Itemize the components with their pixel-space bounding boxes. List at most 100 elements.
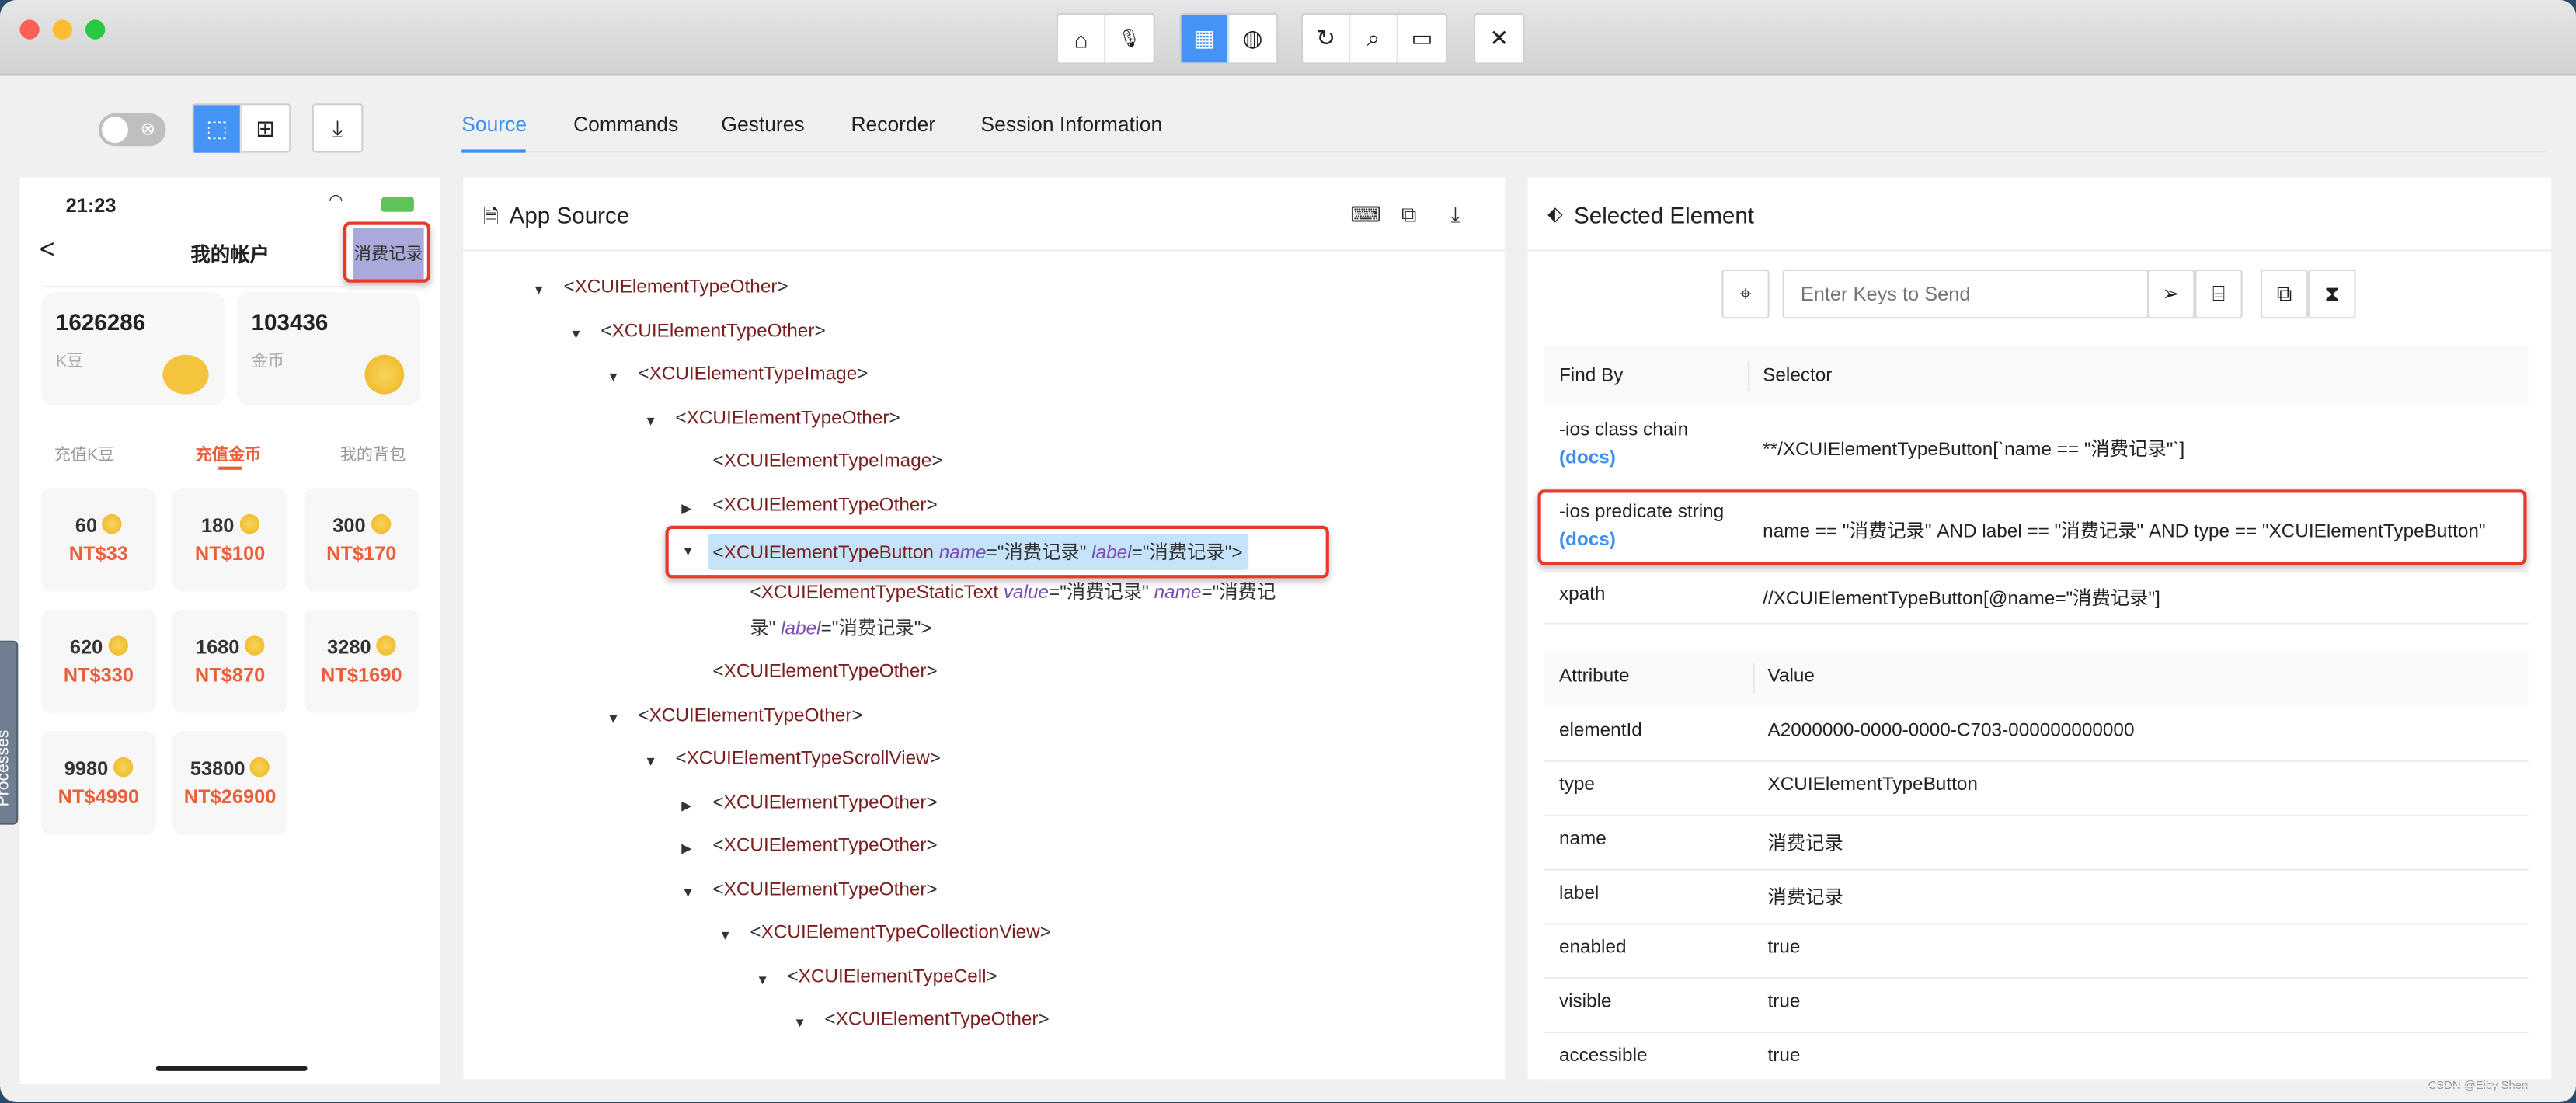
tree-node[interactable]: <XCUIElementTypeOther> bbox=[675, 409, 900, 428]
search-icon[interactable]: ⌕ bbox=[1350, 15, 1398, 63]
clear-button[interactable]: ⌸ bbox=[2195, 269, 2243, 319]
package-card[interactable]: 53800 NT$26900 bbox=[172, 731, 288, 835]
docs-link[interactable]: (docs) bbox=[1559, 448, 1616, 468]
attribute-value[interactable]: 消费记录 bbox=[1768, 884, 1843, 910]
screenshot-toggle[interactable]: ⊗ bbox=[98, 113, 166, 147]
caret-down-icon[interactable]: ▼ bbox=[681, 885, 694, 899]
caret-down-icon[interactable]: ▼ bbox=[719, 928, 732, 943]
tree-node[interactable]: <XCUIElementTypeButton name="消费记录" label… bbox=[708, 534, 1250, 570]
tree-node[interactable]: <XCUIElementTypeOther> bbox=[712, 836, 937, 855]
tag-bracket: > bbox=[1038, 1010, 1050, 1030]
maximize-window-button[interactable] bbox=[85, 19, 106, 40]
terminal-icon[interactable]: ⌨ bbox=[1350, 202, 1381, 228]
tree-node[interactable]: <XCUIElementTypeScrollView> bbox=[675, 749, 941, 768]
tab-commands[interactable]: Commands bbox=[573, 113, 678, 137]
minimize-window-button[interactable] bbox=[52, 19, 73, 40]
package-card[interactable]: 3280 NT$1690 bbox=[304, 609, 419, 713]
docs-link[interactable]: (docs) bbox=[1559, 531, 1616, 550]
caret-down-icon[interactable]: ▼ bbox=[756, 972, 769, 986]
get-timing-button[interactable]: ⧗ bbox=[2308, 269, 2356, 319]
selector-value[interactable]: //XCUIElementTypeButton[@name="消费记录"] bbox=[1763, 585, 2160, 611]
attr-quote: " bbox=[914, 618, 921, 638]
caret-right-icon[interactable]: ▶ bbox=[681, 841, 691, 856]
tap-element-button[interactable]: ⌖ bbox=[1721, 269, 1770, 319]
tag-bracket: > bbox=[926, 879, 938, 899]
attribute-value[interactable]: true bbox=[1768, 1046, 1801, 1066]
package-amount: 53800 bbox=[172, 757, 287, 781]
globe-icon[interactable]: ◍ bbox=[1229, 15, 1276, 62]
copy-attributes-button[interactable]: ⧉ bbox=[2260, 269, 2309, 319]
caret-down-icon[interactable]: ▼ bbox=[569, 326, 583, 341]
copy-xml-icon[interactable]: ⧉ bbox=[1401, 202, 1417, 228]
package-amount: 620 bbox=[41, 635, 156, 659]
download-source-icon[interactable]: ⤓ bbox=[1450, 202, 1460, 228]
package-price: NT$330 bbox=[63, 663, 134, 687]
tab-session-information[interactable]: Session Information bbox=[981, 113, 1163, 137]
caret-down-icon[interactable]: ▼ bbox=[532, 283, 545, 297]
subtab-kdou[interactable]: 充值K豆 bbox=[54, 440, 115, 465]
tree-node[interactable]: <XCUIElementTypeImage> bbox=[712, 452, 942, 471]
tag-name: XCUIElementTypeScrollView bbox=[686, 749, 930, 769]
tree-node[interactable]: <XCUIElementTypeOther> bbox=[712, 879, 937, 899]
selector-value[interactable]: **/XCUIElementTypeButton[`name == "消费记录"… bbox=[1763, 435, 2184, 461]
close-window-button[interactable] bbox=[19, 19, 40, 40]
package-card[interactable]: 620 NT$330 bbox=[40, 609, 156, 713]
home-icon[interactable]: ⌂ bbox=[1058, 15, 1106, 63]
grid-icon[interactable]: ▦ bbox=[1181, 15, 1229, 63]
tab-gestures[interactable]: Gestures bbox=[721, 113, 804, 137]
caret-down-icon[interactable]: ▼ bbox=[607, 711, 620, 725]
send-icon: ➢ bbox=[2162, 280, 2181, 306]
processes-tab[interactable]: Processes bbox=[0, 640, 19, 825]
tag-bracket: > bbox=[926, 836, 938, 856]
attr-name: label bbox=[781, 618, 821, 638]
tree-node[interactable]: <XCUIElementTypeOther> bbox=[712, 662, 937, 681]
package-card[interactable]: 300 NT$170 bbox=[304, 488, 419, 592]
package-card[interactable]: 180 NT$100 bbox=[172, 488, 288, 592]
tree-node[interactable]: <XCUIElementTypeOther> bbox=[712, 496, 937, 515]
package-amount: 3280 bbox=[304, 635, 419, 659]
send-keys-button[interactable]: ➢ bbox=[2147, 269, 2195, 319]
caret-right-icon[interactable]: ▶ bbox=[681, 500, 691, 515]
tree-node[interactable]: <XCUIElementTypeCollectionView> bbox=[750, 924, 1051, 943]
caret-down-icon[interactable]: ▼ bbox=[793, 1015, 806, 1030]
attribute-value[interactable]: true bbox=[1768, 992, 1801, 1011]
row-divider bbox=[1544, 569, 2529, 572]
attribute-value[interactable]: 消费记录 bbox=[1768, 830, 1843, 856]
caret-right-icon[interactable]: ▶ bbox=[681, 798, 691, 812]
caret-down-icon[interactable]: ▼ bbox=[644, 754, 657, 769]
tag-bracket: > bbox=[921, 618, 932, 638]
tree-node[interactable]: <XCUIElementTypeOther> bbox=[824, 1011, 1049, 1030]
tab-recorder[interactable]: Recorder bbox=[851, 113, 935, 137]
tab-source[interactable]: Source bbox=[461, 113, 527, 137]
microphone-icon[interactable]: 🎙 bbox=[1105, 15, 1153, 62]
tree-node[interactable]: <XCUIElementTypeOther> bbox=[638, 705, 862, 725]
device-screenshot[interactable]: 21:23 ◠ < 我的帐户 消费记录 1626286 K豆 103436 金币… bbox=[19, 177, 440, 1084]
send-keys-input[interactable] bbox=[1782, 269, 2150, 319]
selector-value[interactable]: name == "消费记录" AND label == "消费记录" AND t… bbox=[1763, 517, 2485, 544]
tap-coordinates-icon[interactable]: ⊞ bbox=[242, 105, 289, 152]
package-card[interactable]: 1680 NT$870 bbox=[172, 609, 288, 713]
tree-node[interactable]: <XCUIElementTypeCell> bbox=[787, 967, 997, 986]
select-element-icon[interactable]: ⬚ bbox=[193, 105, 242, 153]
processes-label: Processes bbox=[0, 729, 13, 807]
attribute-value[interactable]: true bbox=[1768, 938, 1801, 958]
caret-down-icon[interactable]: ▼ bbox=[644, 413, 657, 428]
refresh-icon[interactable]: ↻ bbox=[1303, 15, 1351, 63]
attribute-value[interactable]: A2000000-0000-0000-C703-000000000000 bbox=[1768, 721, 2135, 740]
caret-down-icon[interactable]: ▼ bbox=[607, 370, 620, 384]
caret-down-icon[interactable]: ▼ bbox=[681, 544, 694, 558]
tree-node[interactable]: <XCUIElementTypeImage> bbox=[638, 364, 868, 384]
package-card[interactable]: 60 NT$33 bbox=[40, 488, 156, 592]
subtab-gold[interactable]: 充值金币 bbox=[196, 440, 262, 465]
package-card[interactable]: 9980 NT$4990 bbox=[40, 731, 156, 835]
close-icon[interactable]: ✕ bbox=[1475, 15, 1523, 62]
download-screenshot-icon[interactable]: ⤓ bbox=[314, 105, 361, 152]
back-icon[interactable]: < bbox=[40, 237, 55, 266]
attribute-value[interactable]: XCUIElementTypeButton bbox=[1768, 775, 1978, 795]
subtab-backpack[interactable]: 我的背包 bbox=[340, 440, 406, 465]
tree-node[interactable]: <XCUIElementTypeOther> bbox=[712, 792, 937, 812]
tree-node[interactable]: <XCUIElementTypeOther> bbox=[563, 277, 788, 297]
tree-node[interactable]: <XCUIElementTypeStaticText value="消费记录" … bbox=[750, 574, 1300, 646]
record-icon[interactable]: ▭ bbox=[1398, 15, 1446, 62]
tree-node[interactable]: <XCUIElementTypeOther> bbox=[600, 321, 825, 340]
